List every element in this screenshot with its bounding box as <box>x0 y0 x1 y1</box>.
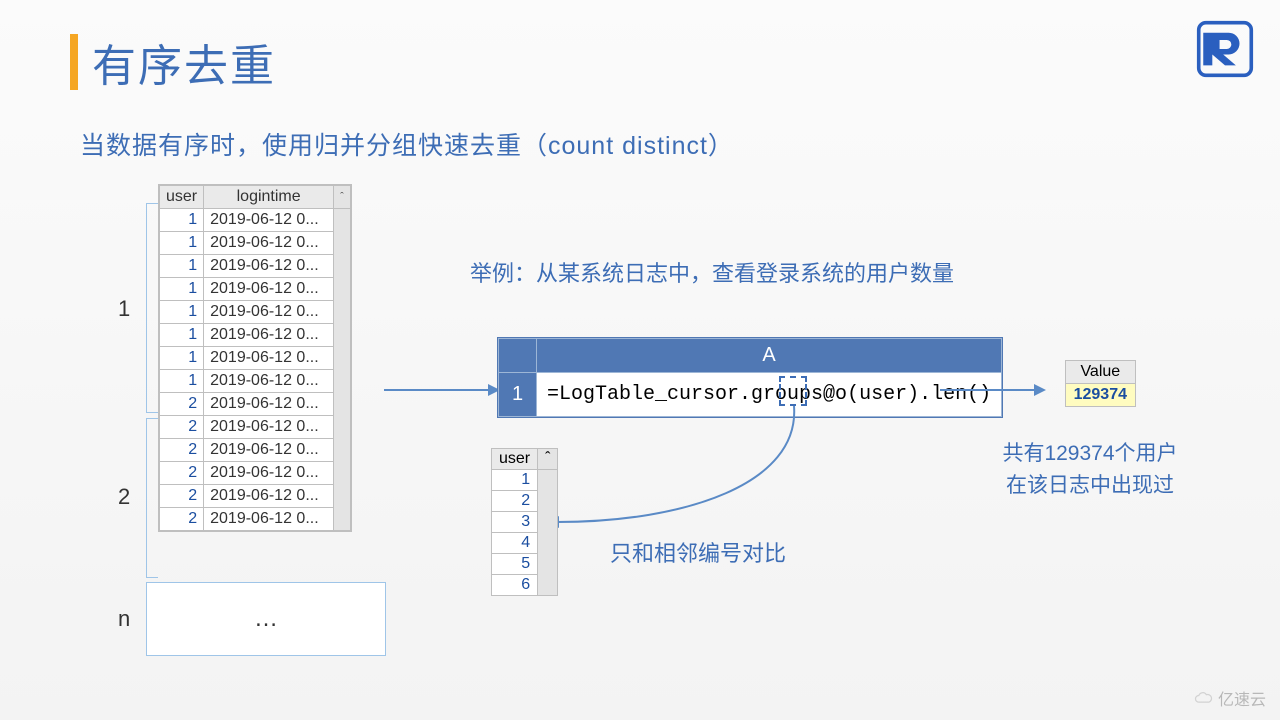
cell-user: 2 <box>160 416 204 439</box>
log-data-table: user logintime ˆ 12019-06-12 0...12019-0… <box>158 184 352 532</box>
formula-prefix: =LogTable_cursor.groups@ <box>547 383 835 406</box>
cell-logintime: 2019-06-12 0... <box>204 255 334 278</box>
table-row: 12019-06-12 0... <box>160 347 351 370</box>
cell-logintime: 2019-06-12 0... <box>204 416 334 439</box>
table-row: 22019-06-12 0... <box>160 439 351 462</box>
cell-logintime: 2019-06-12 0... <box>204 393 334 416</box>
table-row: 12019-06-12 0... <box>160 255 351 278</box>
table-row: 12019-06-12 0... <box>160 209 351 232</box>
cell-logintime: 2019-06-12 0... <box>204 324 334 347</box>
watermark: 亿速云 <box>1193 686 1266 710</box>
cell-user: 1 <box>160 232 204 255</box>
user-list-value: 6 <box>492 575 538 596</box>
user-list-value: 1 <box>492 470 538 491</box>
cell-user: 2 <box>160 462 204 485</box>
table-row: 22019-06-12 0... <box>160 393 351 416</box>
codegrid-row-header: 1 <box>499 373 537 417</box>
group-bracket-1 <box>146 203 158 413</box>
group-label-n: n <box>118 606 130 632</box>
arrow-right-icon <box>384 380 504 400</box>
table-row: 12019-06-12 0... <box>160 370 351 393</box>
group-bracket-2 <box>146 418 158 578</box>
result-value-box: Value 129374 <box>1065 360 1136 407</box>
cell-user: 2 <box>160 508 204 531</box>
cloud-icon <box>1193 691 1213 705</box>
cell-logintime: 2019-06-12 0... <box>204 370 334 393</box>
cell-user: 2 <box>160 393 204 416</box>
result-value: 129374 <box>1065 384 1135 407</box>
slide-subtitle: 当数据有序时，使用归并分组快速去重（count distinct） <box>80 126 734 162</box>
cell-logintime: 2019-06-12 0... <box>204 232 334 255</box>
formula-highlight-char: o <box>835 383 847 406</box>
cell-logintime: 2019-06-12 0... <box>204 278 334 301</box>
col-header-user: user <box>160 186 204 209</box>
codegrid-corner <box>499 339 537 373</box>
cell-user: 1 <box>160 278 204 301</box>
cell-user: 2 <box>160 485 204 508</box>
result-caption: 共有129374个用户 在该日志中出现过 <box>970 438 1210 501</box>
cell-logintime: 2019-06-12 0... <box>204 508 334 531</box>
cell-user: 1 <box>160 347 204 370</box>
cell-user: 1 <box>160 255 204 278</box>
table-row: 22019-06-12 0... <box>160 508 351 531</box>
table-row: 12019-06-12 0... <box>160 278 351 301</box>
slide-title: 有序去重 <box>70 30 276 94</box>
user-list-value: 3 <box>492 512 538 533</box>
list-item: 1 <box>492 470 558 491</box>
scrollbar-track[interactable] <box>334 209 351 531</box>
adjacent-compare-caption: 只和相邻编号对比 <box>610 536 786 568</box>
watermark-text: 亿速云 <box>1218 686 1266 710</box>
table-row: 22019-06-12 0... <box>160 485 351 508</box>
title-text: 有序去重 <box>92 30 276 94</box>
distinct-user-list: user ˆ 123456 <box>491 448 558 596</box>
col-header-logintime: logintime <box>204 186 334 209</box>
result-caption-line1: 共有129374个用户 <box>1002 442 1177 465</box>
cell-user: 1 <box>160 324 204 347</box>
cell-logintime: 2019-06-12 0... <box>204 439 334 462</box>
cell-logintime: 2019-06-12 0... <box>204 462 334 485</box>
table-row: 22019-06-12 0... <box>160 416 351 439</box>
cell-logintime: 2019-06-12 0... <box>204 301 334 324</box>
scroll-up-icon[interactable]: ˆ <box>538 449 558 470</box>
ellipsis-box: … <box>146 582 386 656</box>
result-header: Value <box>1065 361 1135 384</box>
user-list-value: 2 <box>492 491 538 512</box>
user-list-value: 4 <box>492 533 538 554</box>
table-row: 22019-06-12 0... <box>160 462 351 485</box>
user-list-value: 5 <box>492 554 538 575</box>
user-list-header: user <box>492 449 538 470</box>
result-caption-line2: 在该日志中出现过 <box>1006 474 1174 497</box>
codegrid-col-header: A <box>537 339 1002 373</box>
cell-logintime: 2019-06-12 0... <box>204 485 334 508</box>
table-row: 12019-06-12 0... <box>160 301 351 324</box>
cell-logintime: 2019-06-12 0... <box>204 209 334 232</box>
arrow-curve-down-icon <box>545 404 805 554</box>
example-caption: 举例：从某系统日志中，查看登录系统的用户数量 <box>470 256 954 288</box>
cell-user: 2 <box>160 439 204 462</box>
cell-logintime: 2019-06-12 0... <box>204 347 334 370</box>
cell-user: 1 <box>160 370 204 393</box>
cell-user: 1 <box>160 301 204 324</box>
title-accent-bar <box>70 34 78 90</box>
scrollbar-track[interactable] <box>538 470 558 596</box>
scroll-up-icon[interactable]: ˆ <box>334 186 351 209</box>
table-row: 12019-06-12 0... <box>160 324 351 347</box>
table-row: 12019-06-12 0... <box>160 232 351 255</box>
group-label-1: 1 <box>118 296 130 322</box>
cell-user: 1 <box>160 209 204 232</box>
brand-logo-icon <box>1196 20 1254 78</box>
group-label-2: 2 <box>118 484 130 510</box>
arrow-right-icon <box>940 380 1050 400</box>
